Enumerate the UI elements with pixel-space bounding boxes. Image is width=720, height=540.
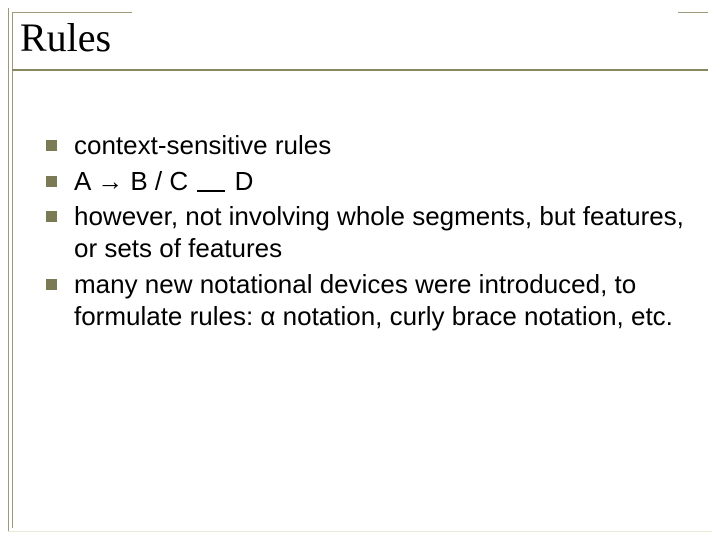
bullet-text-suffix: D (227, 166, 253, 196)
bullet-list: context-sensitive rules A → B / C D howe… (40, 130, 690, 332)
bullet-text-prefix: A → B / C (74, 166, 195, 196)
body-area: context-sensitive rules A → B / C D howe… (40, 130, 690, 336)
title-underline (12, 69, 708, 71)
bullet-text: context-sensitive rules (74, 130, 331, 160)
frame-line-left-outer (8, 8, 9, 532)
slide-title: Rules (20, 14, 700, 61)
list-item: many new notational devices were introdu… (40, 269, 690, 332)
environment-blank-icon (197, 190, 225, 192)
list-item: A → B / C D (40, 166, 690, 198)
frame-line-bottom (8, 531, 712, 532)
frame-line-left-inner (12, 12, 13, 528)
bullet-text: many new notational devices were introdu… (74, 269, 673, 331)
bullet-text: however, not involving whole segments, b… (74, 201, 684, 263)
title-area: Rules (20, 14, 700, 71)
list-item: however, not involving whole segments, b… (40, 201, 690, 264)
slide: Rules context-sensitive rules A → B / C … (0, 0, 720, 540)
frame-line-top-right (678, 12, 708, 13)
list-item: context-sensitive rules (40, 130, 690, 162)
frame-line-top-left (12, 12, 132, 13)
